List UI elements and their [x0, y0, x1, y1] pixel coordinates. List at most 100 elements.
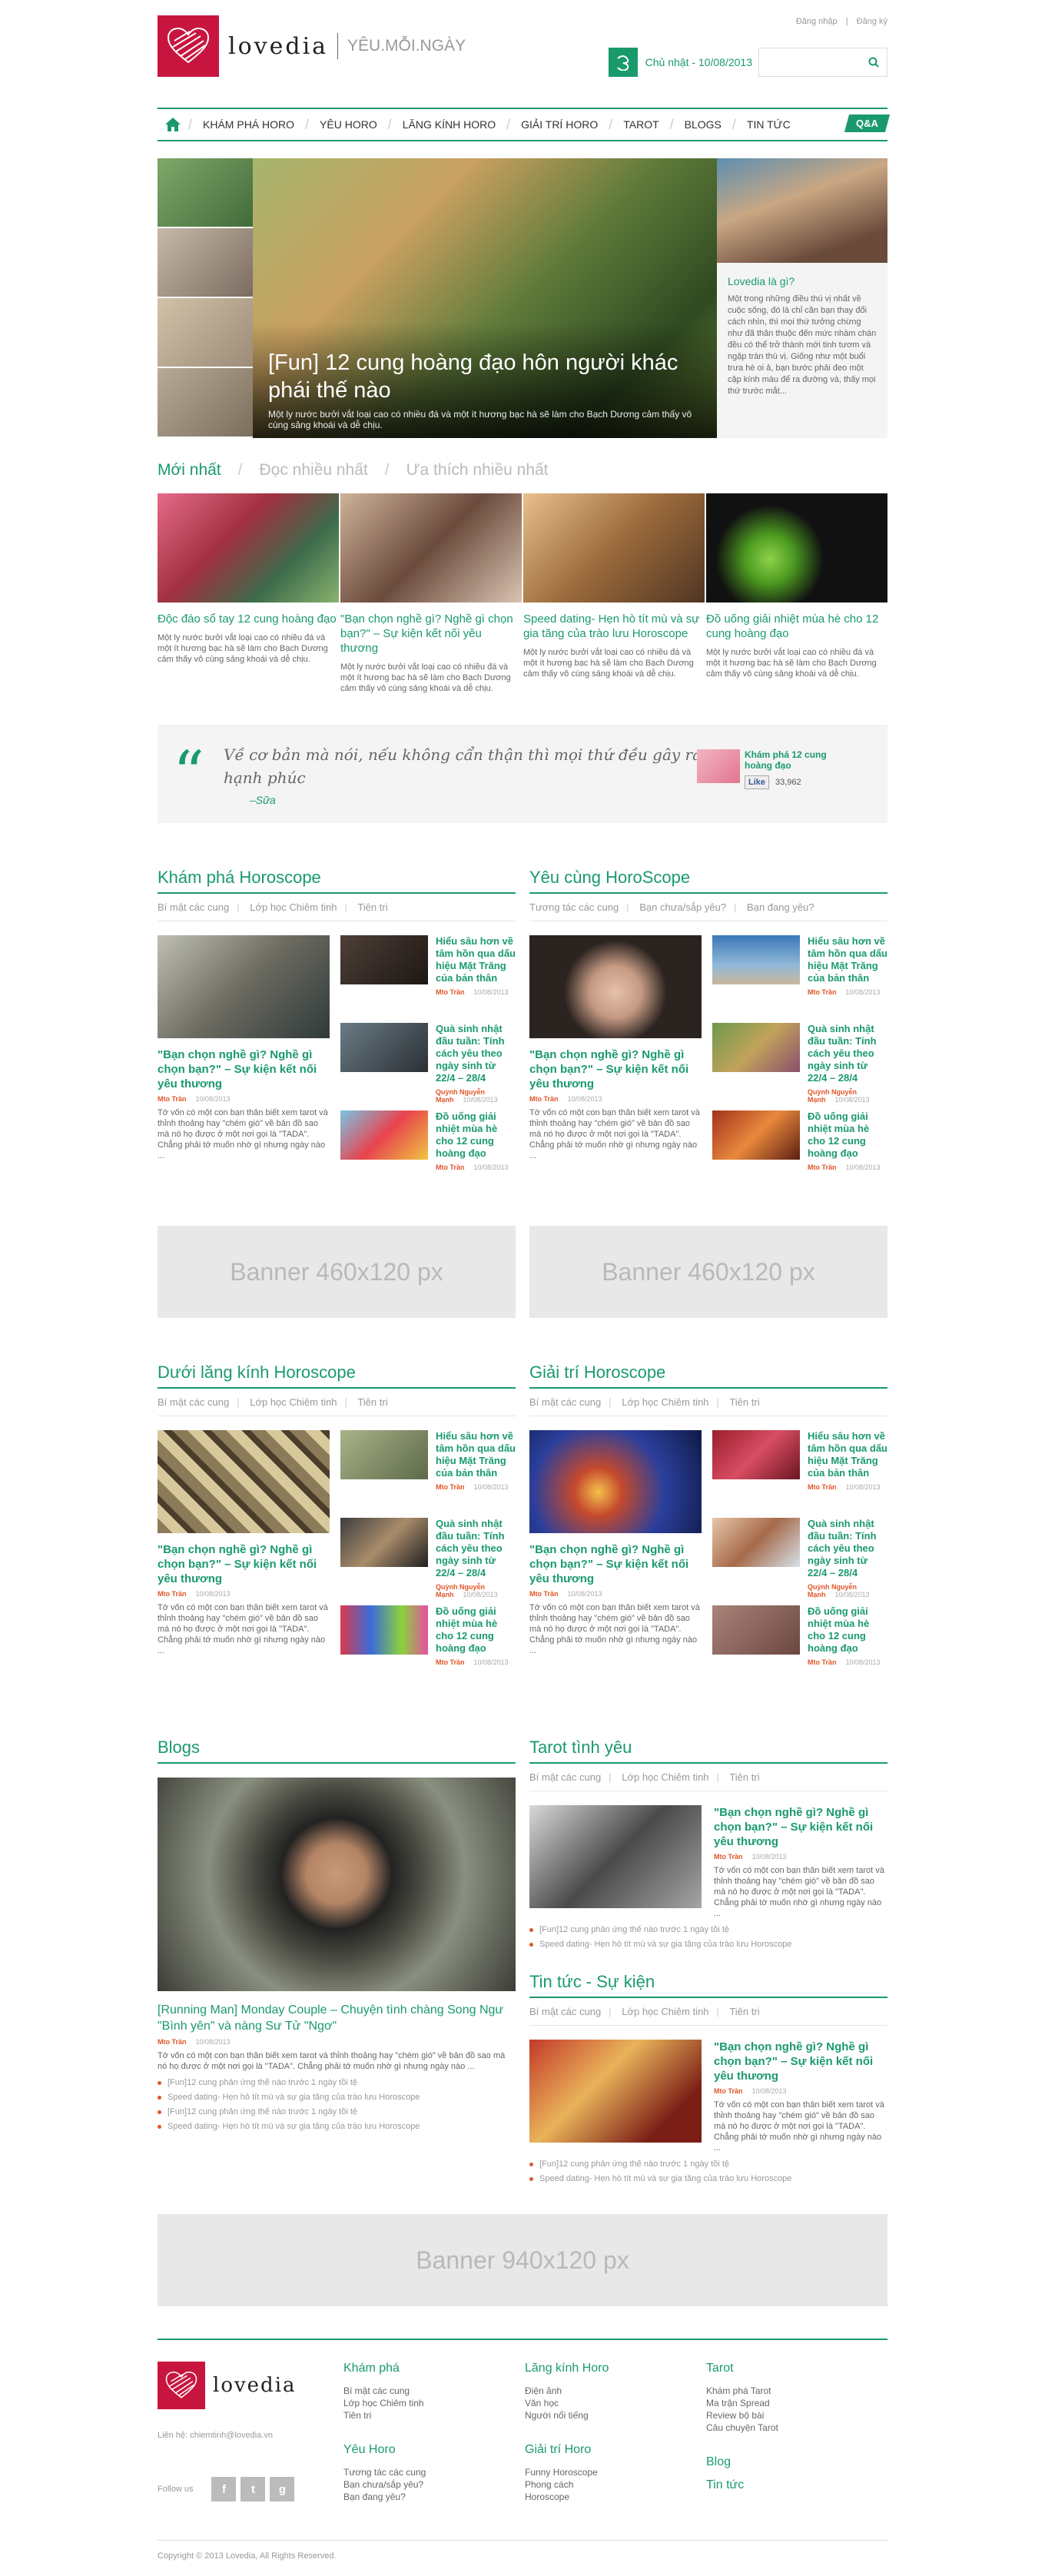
subnav-item[interactable]: Tiên tri [729, 1396, 759, 1408]
like-button[interactable]: Like [745, 775, 770, 789]
logo[interactable]: lovedia YÊU.MỖI.NGÀY [158, 15, 466, 77]
subnav-item[interactable]: Bí mật các cung [158, 901, 229, 913]
nav-item-yeu-horo[interactable]: YÊU HORO [309, 118, 388, 131]
news-author[interactable]: Mto Trần [714, 2087, 743, 2095]
section-title[interactable]: Khám phá Horoscope [158, 868, 516, 894]
footer-heading[interactable]: Blog [706, 2455, 887, 2469]
banner-ad[interactable]: Banner 460x120 px [158, 1226, 516, 1318]
blog-link[interactable]: [Fun]12 cung phản ứng thế nào trước 1 ng… [158, 2078, 516, 2087]
twitter-icon[interactable]: t [241, 2477, 266, 2501]
nav-item-tarot[interactable]: TAROT [612, 118, 669, 131]
footer-link[interactable]: Bí mật các cung [343, 2385, 525, 2397]
mini-article-image[interactable] [712, 1110, 800, 1160]
nav-item-blogs[interactable]: BLOGS [674, 118, 732, 131]
mini-article-image[interactable] [340, 1518, 428, 1567]
news-title[interactable]: "Bạn chọn nghề gì? Nghề gì chọn bạn?" – … [714, 2040, 887, 2083]
mini-article-title[interactable]: Hiểu sâu hơn về tâm hồn qua dấu hiệu Mặt… [436, 935, 516, 984]
latest-card-title[interactable]: Độc đáo sổ tay 12 cung hoàng đạo [158, 612, 339, 626]
nav-item-qa[interactable]: Q&A [844, 115, 891, 132]
subnav-item[interactable]: Bí mật các cung [529, 1771, 601, 1783]
latest-card-image[interactable] [340, 493, 522, 603]
blog-title[interactable]: [Running Man] Monday Couple – Chuyện tìn… [158, 2002, 516, 2034]
footer-logo[interactable]: lovedia [158, 2362, 343, 2409]
article-author[interactable]: Mto Trần [158, 1095, 187, 1103]
news-link[interactable]: Speed dating- Hẹn hò tít mù và sự gia tă… [529, 2174, 887, 2183]
tarot-link[interactable]: Speed dating- Hẹn hò tít mù và sự gia tă… [529, 1940, 887, 1949]
section-title[interactable]: Giải trí Horoscope [529, 1363, 887, 1389]
footer-link[interactable]: Người nổi tiếng [525, 2409, 706, 2422]
article-title[interactable]: "Bạn chọn nghề gì? Nghề gì chọn bạn?" – … [529, 1542, 702, 1586]
login-link[interactable]: Đăng nhập [796, 17, 838, 26]
footer-heading[interactable]: Lăng kính Horo [525, 2362, 706, 2375]
tarot-title[interactable]: "Bạn chọn nghề gì? Nghề gì chọn bạn?" – … [714, 1805, 887, 1849]
latest-card-title[interactable]: "Bạn chọn nghề gì? Nghề gì chọn bạn?" – … [340, 612, 522, 656]
search-input[interactable] [758, 48, 887, 77]
mini-article-image[interactable] [340, 935, 428, 984]
banner-ad[interactable]: Banner 460x120 px [529, 1226, 887, 1318]
footer-link[interactable]: Khám phá Tarot [706, 2385, 887, 2397]
nav-item-giai-tri[interactable]: GIẢI TRÍ HORO [510, 118, 609, 131]
mini-article-image[interactable] [712, 1605, 800, 1655]
tab-most-liked[interactable]: Ưa thích nhiều nhất [406, 461, 549, 480]
section-title[interactable]: Blogs [158, 1738, 516, 1764]
article-image[interactable] [529, 935, 702, 1038]
nav-item-tin-tuc[interactable]: TIN TỨC [736, 118, 801, 131]
latest-card-title[interactable]: Speed dating- Hẹn hò tít mù và sự gia tă… [523, 612, 705, 641]
blog-author[interactable]: Mto Trần [158, 2038, 187, 2046]
subnav-item[interactable]: Tiên tri [357, 901, 387, 913]
footer-link[interactable]: Bạn chưa/sắp yêu? [343, 2478, 525, 2491]
register-link[interactable]: Đăng ký [857, 17, 887, 26]
latest-card-title[interactable]: Đồ uống giải nhiệt mùa hè cho 12 cung ho… [706, 612, 887, 641]
mini-article-title[interactable]: Quà sinh nhật đầu tuần: Tính cách yêu th… [808, 1023, 887, 1084]
mini-article-author[interactable]: Mto Trần [808, 1483, 837, 1491]
mini-article-title[interactable]: Quà sinh nhật đầu tuần: Tính cách yêu th… [436, 1518, 516, 1579]
subnav-item[interactable]: Bạn chưa/sắp yêu? [639, 901, 726, 913]
footer-link[interactable]: Funny Horoscope [525, 2466, 706, 2478]
article-author[interactable]: Mto Trần [529, 1590, 559, 1598]
footer-heading[interactable]: Yêu Horo [343, 2443, 525, 2457]
hero-title[interactable]: [Fun] 12 cung hoàng đạo hôn người khác p… [268, 349, 702, 404]
subnav-item[interactable]: Lớp học Chiêm tinh [250, 1396, 337, 1408]
nav-item-lang-kinh[interactable]: LĂNG KÍNH HORO [392, 118, 506, 131]
footer-link[interactable]: Review bộ bài [706, 2409, 887, 2422]
mini-article-image[interactable] [712, 1430, 800, 1479]
news-link[interactable]: [Fun]12 cung phản ứng thế nào trước 1 ng… [529, 2159, 887, 2169]
footer-link[interactable]: Điện ảnh [525, 2385, 706, 2397]
tarot-link[interactable]: [Fun]12 cung phản ứng thế nào trước 1 ng… [529, 1925, 887, 1934]
subnav-item[interactable]: Lớp học Chiêm tinh [250, 901, 337, 913]
hero-thumb[interactable] [158, 368, 253, 437]
home-icon[interactable] [158, 109, 188, 140]
blog-link[interactable]: [Fun]12 cung phản ứng thế nào trước 1 ng… [158, 2107, 516, 2116]
subnav-item[interactable]: Lớp học Chiêm tinh [622, 1396, 708, 1408]
mini-article-author[interactable]: Mto Trần [808, 1658, 837, 1666]
latest-card-image[interactable] [158, 493, 339, 603]
footer-link[interactable]: Văn học [525, 2397, 706, 2409]
mini-article-author[interactable]: Mto Trần [436, 1483, 465, 1491]
tarot-image[interactable] [529, 1805, 702, 1908]
section-title[interactable]: Tarot tình yêu [529, 1738, 887, 1764]
footer-link[interactable]: Lớp học Chiêm tinh [343, 2397, 525, 2409]
subnav-item[interactable]: Bạn đang yêu? [747, 901, 814, 913]
article-title[interactable]: "Bạn chọn nghề gì? Nghề gì chọn bạn?" – … [158, 1542, 330, 1586]
footer-link[interactable]: Horoscope [525, 2491, 706, 2503]
article-title[interactable]: "Bạn chọn nghề gì? Nghề gì chọn bạn?" – … [529, 1047, 702, 1091]
section-title[interactable]: Dưới lăng kính Horoscope [158, 1363, 516, 1389]
footer-link[interactable]: Phong cách [525, 2478, 706, 2491]
mini-article-image[interactable] [712, 935, 800, 984]
subnav-item[interactable]: Tiên tri [357, 1396, 387, 1408]
article-image[interactable] [158, 935, 330, 1038]
nav-item-kham-pha[interactable]: KHÁM PHÁ HORO [192, 118, 305, 131]
latest-card-image[interactable] [706, 493, 887, 603]
facebook-page-title[interactable]: Khám phá 12 cung hoàng đạo [745, 749, 844, 771]
footer-link[interactable]: Bạn đang yêu? [343, 2491, 525, 2503]
blog-link[interactable]: Speed dating- Hẹn hò tít mù và sự gia tă… [158, 2122, 516, 2131]
article-image[interactable] [529, 1430, 702, 1533]
facebook-page-image[interactable] [697, 749, 740, 783]
footer-link[interactable]: Ma trận Spread [706, 2397, 887, 2409]
subnav-item[interactable]: Bí mật các cung [529, 1396, 601, 1408]
banner-ad-wide[interactable]: Banner 940x120 px [158, 2214, 887, 2306]
section-title[interactable]: Tin tức - Sự kiện [529, 1972, 887, 1998]
mini-article-image[interactable] [340, 1110, 428, 1160]
subnav-item[interactable]: Lớp học Chiêm tinh [622, 2006, 708, 2017]
article-title[interactable]: "Bạn chọn nghề gì? Nghề gì chọn bạn?" – … [158, 1047, 330, 1091]
